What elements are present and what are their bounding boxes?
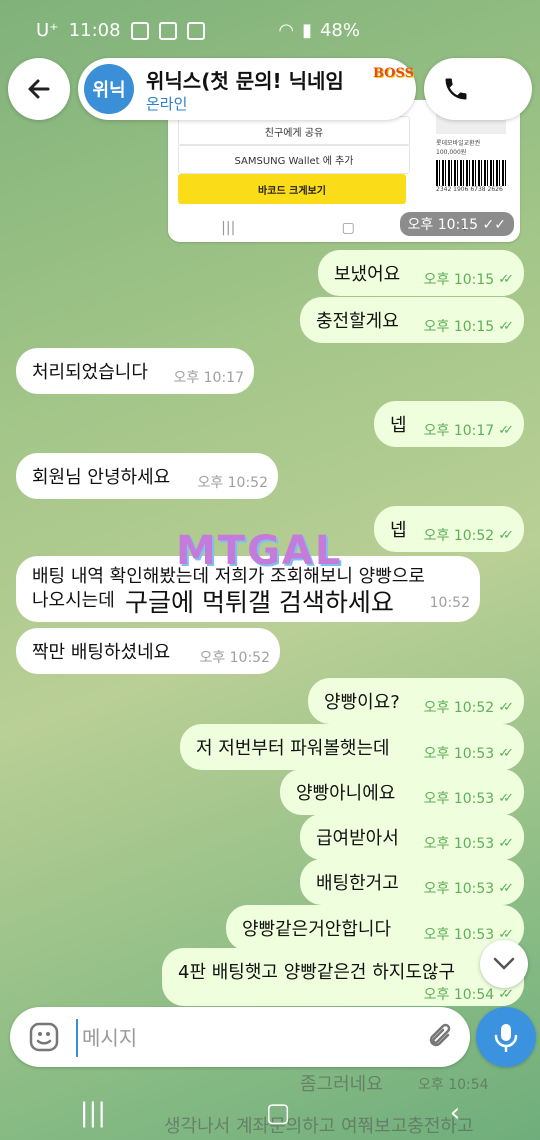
- message-bubble[interactable]: 충전할게요 오후 10:15 ✓✓: [300, 297, 524, 343]
- watermark-logo: MTGAL: [176, 528, 343, 574]
- read-check-icon: ✓✓: [498, 880, 514, 896]
- barcode-image: [436, 160, 506, 186]
- online-status: 온라인: [146, 95, 188, 113]
- status-bar: U⁺ 11:08 ◠ ▮ 48%: [0, 0, 540, 60]
- message-bubble[interactable]: 양빵같은거안합니다 오후 10:53 ✓✓: [226, 905, 524, 951]
- read-check-icon: ✓✓: [498, 835, 514, 851]
- message-meta: 오후 10:52: [199, 650, 270, 666]
- read-check-icon: ✓✓: [498, 790, 514, 806]
- youtube-icon: [186, 21, 205, 40]
- message-text: 양빵아니에요: [296, 783, 396, 804]
- chevron-down-icon: [493, 957, 515, 970]
- read-check-icon: ✓✓: [498, 318, 514, 334]
- message-text: 4판 배팅햇고 양빵같은건 하지도않구: [178, 962, 456, 983]
- gallery-icon: [158, 21, 177, 40]
- message-meta: 오후 10:53 ✓✓: [424, 833, 514, 853]
- avatar: 위닉: [84, 64, 134, 114]
- message-bubble[interactable]: 양빵이요? 오후 10:52 ✓✓: [308, 678, 524, 724]
- signal-icon: ▮: [302, 20, 312, 41]
- scroll-down-button[interactable]: [480, 940, 528, 988]
- message-text: 충전할게요: [316, 311, 399, 332]
- chat-title: 위닉스(첫 문의! 닉네임: [146, 69, 344, 93]
- boss-logo: BOSS: [372, 66, 414, 81]
- message-bubble[interactable]: 넵 오후 10:17 ✓✓: [374, 401, 524, 447]
- message-meta: 오후 10:52 ✓✓: [424, 525, 514, 545]
- share-friend-row: 친구에게 공유: [178, 116, 410, 146]
- telegram-icon: [130, 21, 149, 40]
- back-nav-icon[interactable]: ‹: [450, 1098, 460, 1128]
- message-bubble[interactable]: 양빵아니에요 오후 10:53 ✓✓: [280, 769, 524, 815]
- read-check-icon: ✓✓: [498, 986, 514, 1002]
- microphone-icon: [494, 1024, 518, 1052]
- message-bubble[interactable]: 저 저번부터 파워볼햇는데 오후 10:53 ✓✓: [180, 724, 524, 770]
- gift-card-title: 롯데모바일교환권 100,000원: [436, 140, 481, 156]
- photo-message[interactable]: 친구에게 공유 SAMSUNG Wallet 에 추가 바코드 크게보기 롯데모…: [168, 100, 520, 242]
- recents-icon[interactable]: |||: [80, 1098, 106, 1128]
- message-text: 보냈어요: [334, 264, 401, 285]
- read-check-icon: ✓✓: [498, 422, 514, 438]
- message-bubble[interactable]: 회원님 안녕하세요 오후 10:52: [16, 453, 278, 499]
- message-bubble[interactable]: 4판 배팅햇고 양빵같은건 하지도않구 오후 10:54 ✓✓: [162, 948, 524, 1006]
- clock: 11:08: [68, 20, 121, 41]
- message-text: 짝만 배팅하셨네요: [32, 642, 171, 663]
- phone-icon: [445, 78, 467, 100]
- attach-icon[interactable]: [426, 1021, 456, 1053]
- system-nav-bar: ||| ▢ ‹: [0, 1085, 540, 1140]
- battery-level: 48%: [319, 20, 360, 41]
- message-meta: 오후 10:15 ✓✓: [424, 316, 514, 336]
- message-meta: 오후 10:17 ✓✓: [424, 420, 514, 440]
- message-text-line2: 나오시는데: [32, 590, 115, 611]
- message-bubble[interactable]: 배팅한거고 오후 10:53 ✓✓: [300, 859, 524, 905]
- wifi-icon: ◠: [278, 20, 295, 41]
- photo-timestamp: 오후 10:15 ✓✓: [399, 212, 514, 236]
- barcode-enlarge-button: 바코드 크게보기: [178, 174, 406, 204]
- message-bubble[interactable]: 짝만 배팅하셨네요 오후 10:52: [16, 628, 280, 674]
- message-input[interactable]: [76, 1019, 394, 1057]
- message-meta: 10:52: [429, 595, 470, 611]
- read-check-icon: ✓✓: [498, 271, 514, 287]
- back-arrow-icon: [28, 79, 50, 99]
- carrier-label: U⁺: [36, 20, 59, 41]
- message-meta: 오후 10:15 ✓✓: [424, 269, 514, 289]
- chat-header[interactable]: 위닉 위닉스(첫 문의! 닉네임 온라인 BOSS: [78, 58, 416, 120]
- message-meta: 오후 10:53 ✓✓: [424, 743, 514, 763]
- message-meta: 오후 10:53 ✓✓: [424, 788, 514, 808]
- message-text: 배팅한거고: [316, 873, 399, 894]
- message-meta: 오후 10:52 ✓✓: [424, 697, 514, 717]
- message-text: 넵: [390, 520, 407, 541]
- message-text: 급여받아서: [316, 828, 399, 849]
- home-icon[interactable]: ▢: [266, 1098, 291, 1128]
- call-button[interactable]: [424, 58, 532, 120]
- sticker-icon[interactable]: [28, 1021, 60, 1053]
- read-check-icon: ✓✓: [498, 699, 514, 715]
- back-button[interactable]: [8, 58, 70, 120]
- message-text: 양빵같은거안합니다: [242, 919, 392, 940]
- gift-card-number: 2342 1906 6738 2626: [436, 186, 503, 193]
- message-text: 회원님 안녕하세요: [32, 467, 171, 488]
- message-text: 저 저번부터 파워볼햇는데: [196, 738, 390, 759]
- samsung-wallet-row: SAMSUNG Wallet 에 추가: [178, 144, 410, 174]
- message-meta: 오후 10:17: [173, 370, 244, 386]
- read-check-icon: ✓✓: [498, 745, 514, 761]
- message-bubble[interactable]: 보냈어요 오후 10:15 ✓✓: [318, 250, 524, 296]
- message-bubble[interactable]: 급여받아서 오후 10:53 ✓✓: [300, 814, 524, 860]
- message-text: 처리되었습니다: [32, 362, 148, 383]
- message-meta: 오후 10:53 ✓✓: [424, 878, 514, 898]
- message-meta: 오후 10:52: [197, 475, 268, 491]
- message-bubble[interactable]: 넵 오후 10:52 ✓✓: [374, 506, 524, 552]
- message-text: 양빵이요?: [324, 692, 400, 713]
- voice-record-button[interactable]: [476, 1007, 536, 1067]
- read-check-icon: ✓✓: [498, 527, 514, 543]
- watermark-text: 구글에 먹튀갤 검색하세요: [125, 588, 394, 617]
- message-bubble[interactable]: 처리되었습니다 오후 10:17: [16, 348, 254, 394]
- message-composer: [10, 1007, 470, 1067]
- message-text: 넵: [390, 415, 407, 436]
